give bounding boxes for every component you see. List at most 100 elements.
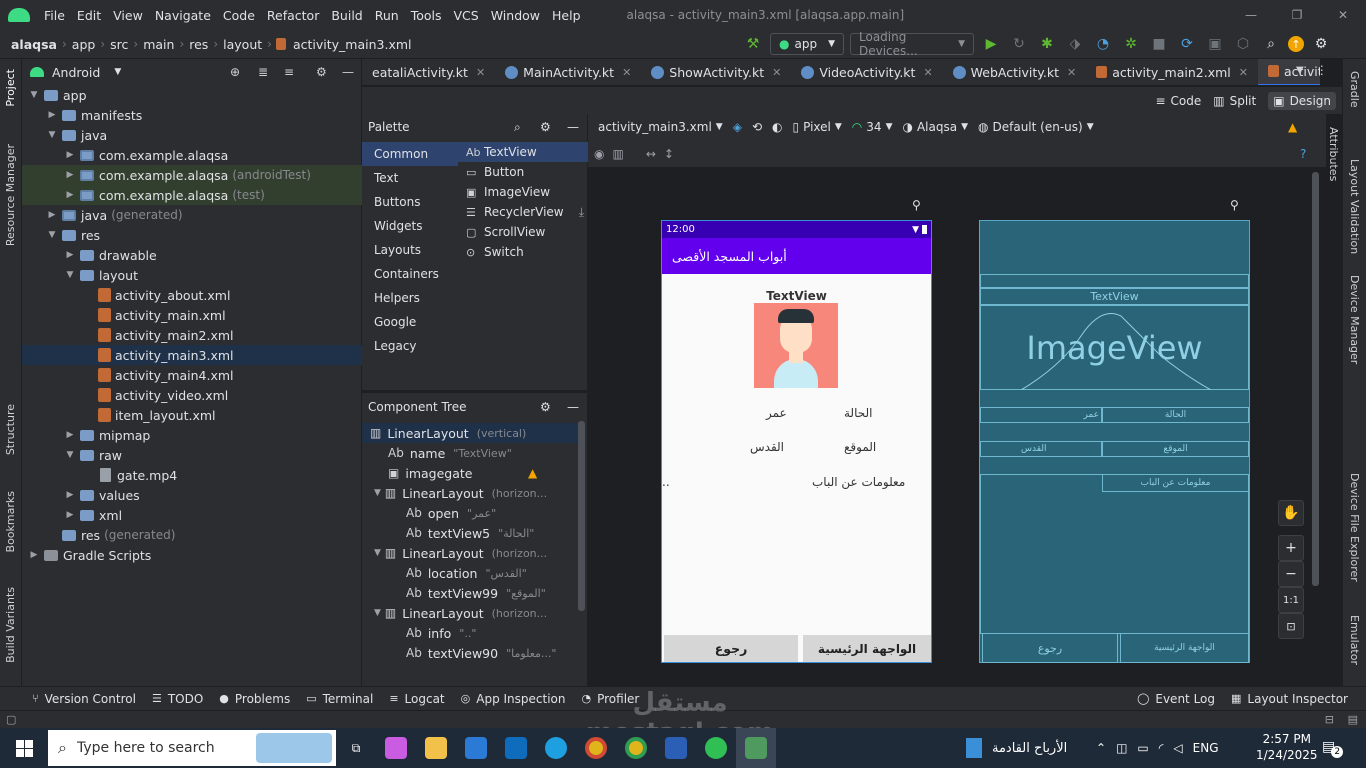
- chevron-down-icon[interactable]: ▼: [374, 488, 381, 498]
- more-options-icon[interactable]: ⋮: [1316, 63, 1328, 77]
- device-manager-icon[interactable]: ▣: [1204, 33, 1226, 55]
- component-tree-item[interactable]: Ab textView5 "الحالة": [362, 523, 578, 543]
- component-tree-item[interactable]: Ab name "TextView": [362, 443, 578, 463]
- tree-item[interactable]: activity_main.xml: [22, 305, 362, 325]
- design-surface-icon[interactable]: ◈: [733, 120, 742, 134]
- blueprint-toggle-icon[interactable]: ▥: [612, 147, 623, 161]
- device-file-explorer-tool-tab[interactable]: Device File Explorer: [1348, 473, 1361, 582]
- component-tree-item[interactable]: ▼ ▥ LinearLayout (horizon...: [362, 543, 578, 563]
- project-tool-tab[interactable]: Project: [4, 69, 17, 107]
- project-view-select[interactable]: Android: [52, 65, 100, 80]
- sync-gradle-icon[interactable]: ⟳: [1176, 33, 1198, 55]
- chevron-right-icon[interactable]: ▶: [64, 490, 76, 500]
- chrome-icon[interactable]: [576, 728, 616, 768]
- emulator-tool-tab[interactable]: Emulator: [1348, 615, 1361, 665]
- pin-icon[interactable]: ⚲: [912, 198, 921, 212]
- palette-category[interactable]: Google: [362, 310, 458, 334]
- tree-item[interactable]: ▼ layout: [22, 265, 362, 285]
- help-icon[interactable]: ?: [1300, 147, 1306, 161]
- tree-item[interactable]: activity_video.xml: [22, 385, 362, 405]
- edge-icon[interactable]: [536, 728, 576, 768]
- hide-panel-icon[interactable]: —: [342, 65, 354, 79]
- night-mode-icon[interactable]: ◐: [772, 120, 782, 134]
- palette-widget[interactable]: ☰ RecyclerView ⤓: [458, 202, 588, 222]
- component-tree-item[interactable]: ▼ ▥ LinearLayout (horizon...: [362, 603, 578, 623]
- gradle-tool-tab[interactable]: Gradle: [1348, 71, 1361, 108]
- palette-widget[interactable]: ▣ ImageView: [458, 182, 588, 202]
- layout-file-select[interactable]: activity_main3.xml ▼: [598, 120, 723, 134]
- battery-icon[interactable]: ▭: [1137, 741, 1148, 755]
- phone-preview[interactable]: 12:00 ▼ أبواب المسجد الأقصى TextView عمر…: [661, 220, 932, 663]
- chevron-down-icon[interactable]: ▼: [64, 270, 76, 280]
- task-view-icon[interactable]: ⧉: [336, 728, 376, 768]
- android-studio-icon[interactable]: [736, 728, 776, 768]
- chevron-down-icon[interactable]: ▼: [64, 450, 76, 460]
- component-tree-item[interactable]: Ab textView90 "معلوما...": [362, 643, 578, 663]
- menu-refactor[interactable]: Refactor: [261, 8, 325, 23]
- chevron-down-icon[interactable]: ▼: [1296, 65, 1304, 76]
- attributes-tool-tab[interactable]: Attributes: [1327, 127, 1340, 181]
- warning-icon[interactable]: ▲: [528, 466, 537, 480]
- theme-select[interactable]: ◑ Alaqsa ▼: [902, 120, 968, 134]
- chevron-right-icon[interactable]: ▶: [64, 510, 76, 520]
- close-icon[interactable]: ✕: [1239, 66, 1248, 79]
- tool-window-button[interactable]: ⑂ Version Control: [24, 692, 144, 706]
- zoom-actual-button[interactable]: 1:1: [1278, 587, 1304, 613]
- chevron-right-icon[interactable]: ▶: [46, 110, 58, 120]
- chevron-up-icon[interactable]: ⌃: [1096, 741, 1106, 755]
- menu-navigate[interactable]: Navigate: [149, 8, 217, 23]
- zoom-in-button[interactable]: +: [1278, 535, 1304, 561]
- component-tree-item[interactable]: Ab textView99 "الموقع": [362, 583, 578, 603]
- editor-tab[interactable]: ShowActivity.kt ✕: [641, 59, 791, 85]
- tree-item[interactable]: ▼ app: [22, 85, 362, 105]
- run-icon[interactable]: ▶: [980, 33, 1002, 55]
- palette-category[interactable]: Text: [362, 166, 458, 190]
- tree-item[interactable]: ▶ com.example.alaqsa (androidTest): [22, 165, 362, 185]
- menu-run[interactable]: Run: [369, 8, 405, 23]
- tree-item[interactable]: ▶ com.example.alaqsa (test): [22, 185, 362, 205]
- debug-icon[interactable]: ✱: [1036, 33, 1058, 55]
- home-button[interactable]: الواجهة الرئيسية: [803, 635, 931, 662]
- menu-build[interactable]: Build: [325, 8, 368, 23]
- blueprint-preview[interactable]: TextView ImageView عمر الحالة القدس المو…: [979, 220, 1250, 663]
- chevron-down-icon[interactable]: ▼: [374, 548, 381, 558]
- chevron-right-icon[interactable]: ▶: [64, 170, 76, 180]
- tree-item[interactable]: ▶ com.example.alaqsa: [22, 145, 362, 165]
- component-tree-item[interactable]: Ab open "عمر": [362, 503, 578, 523]
- breadcrumb-item[interactable]: layout: [220, 37, 265, 52]
- component-tree-item[interactable]: ▥ LinearLayout (vertical): [362, 423, 578, 443]
- language-indicator[interactable]: ENG: [1193, 741, 1219, 755]
- tree-item[interactable]: ▶ java (generated): [22, 205, 362, 225]
- close-window-button[interactable]: ✕: [1320, 8, 1366, 22]
- download-icon[interactable]: ⤓: [579, 205, 584, 220]
- breadcrumb-item[interactable]: main: [140, 37, 177, 52]
- taskbar-search-box[interactable]: ⌕ Type here to search: [48, 730, 336, 766]
- editor-tab[interactable]: WebActivity.kt ✕: [943, 59, 1087, 85]
- menu-view[interactable]: View: [107, 8, 149, 23]
- device-manager-tool-tab[interactable]: Device Manager: [1348, 275, 1361, 364]
- tree-item[interactable]: ▶ Gradle Scripts: [22, 545, 362, 565]
- menu-tools[interactable]: Tools: [405, 8, 448, 23]
- breadcrumb-item[interactable]: app: [69, 37, 99, 52]
- device-for-preview-select[interactable]: ▯ Pixel ▼: [793, 120, 842, 134]
- attach-debugger-icon[interactable]: ⬗: [1064, 33, 1086, 55]
- eye-icon[interactable]: ◉: [594, 147, 604, 161]
- gear-icon[interactable]: ⚙: [316, 65, 327, 79]
- news-widget[interactable]: الأرباح القادمة: [992, 741, 1067, 756]
- menu-vcs[interactable]: VCS: [448, 8, 485, 23]
- split-view-button[interactable]: ▥ Split: [1213, 94, 1256, 108]
- tree-item[interactable]: ▶ xml: [22, 505, 362, 525]
- editor-tab[interactable]: eataliActivity.kt ✕: [362, 59, 495, 85]
- editor-tab[interactable]: VideoActivity.kt ✕: [791, 59, 942, 85]
- hammer-icon[interactable]: ⚒: [742, 33, 764, 55]
- warning-icon[interactable]: ▲: [1288, 120, 1297, 134]
- menu-edit[interactable]: Edit: [71, 8, 107, 23]
- menu-file[interactable]: File: [38, 8, 71, 23]
- chevron-down-icon[interactable]: ▼: [46, 130, 58, 140]
- bookmarks-tool-tab[interactable]: Bookmarks: [4, 491, 17, 552]
- back-button[interactable]: رجوع: [664, 635, 798, 662]
- chevron-right-icon[interactable]: ▶: [64, 250, 76, 260]
- memory-icon[interactable]: ▤: [1348, 713, 1358, 726]
- horizontal-resize-icon[interactable]: ↔: [646, 147, 656, 161]
- scrollbar[interactable]: [578, 421, 585, 611]
